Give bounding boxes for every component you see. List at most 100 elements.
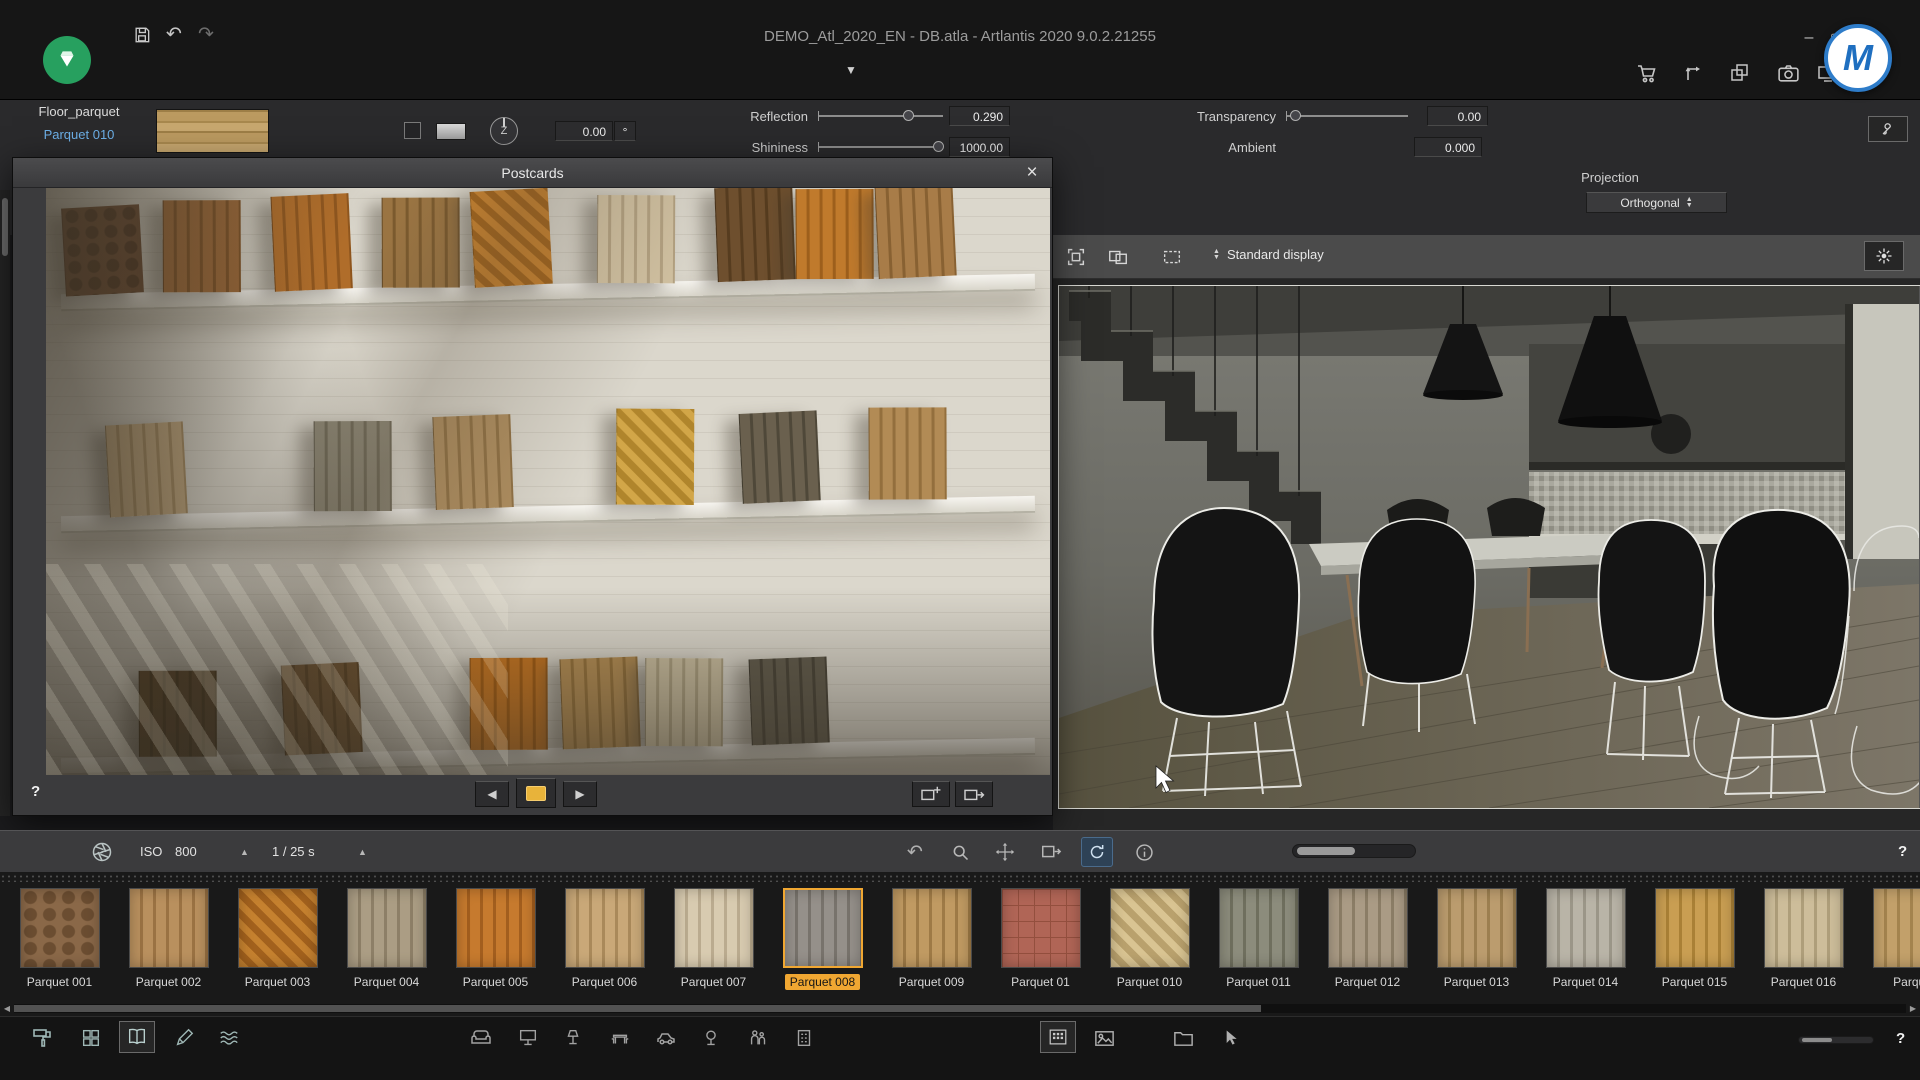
ambient-field[interactable]: 0.000 [1414, 137, 1482, 157]
projection-select[interactable]: Orthogonal ▲ ▼ [1586, 192, 1727, 213]
office-objects-button[interactable] [604, 1023, 636, 1053]
water-category-button[interactable] [213, 1023, 245, 1053]
info-button[interactable] [1128, 837, 1160, 867]
render-window-button[interactable] [1035, 837, 1067, 867]
cart-button[interactable] [1631, 58, 1663, 88]
zoom-button[interactable] [944, 837, 976, 867]
transparency-field[interactable]: 0.00 [1427, 106, 1488, 126]
render-undo-button[interactable]: ↶ [899, 837, 931, 867]
catalog-scrollbar-thumb[interactable] [14, 1005, 1261, 1012]
catalog-item[interactable]: Parquet 011 [1207, 888, 1310, 991]
catalog-item[interactable]: Parquet 013 [1425, 888, 1528, 991]
postcards-close-button[interactable]: × [1020, 161, 1044, 185]
postcards-help-button[interactable]: ? [31, 783, 40, 800]
shader-thumbnail[interactable] [156, 109, 269, 153]
preview-quality-slider[interactable] [1292, 844, 1416, 858]
catalog-thumbnail[interactable] [1654, 888, 1735, 968]
select-tool-button[interactable] [1214, 1023, 1246, 1053]
catalog-category-button[interactable] [119, 1021, 155, 1053]
heliodon-toggle-button[interactable] [1864, 241, 1904, 271]
color-swatch[interactable] [436, 123, 466, 140]
refresh-button[interactable] [1081, 837, 1113, 867]
reflection-slider-thumb[interactable] [903, 110, 914, 121]
duplicate-button[interactable] [1724, 58, 1756, 88]
shaders-category-button[interactable] [27, 1023, 59, 1053]
catalog-thumbnail[interactable] [1436, 888, 1517, 968]
preview-quality-thumb[interactable] [1297, 847, 1355, 855]
catalog-thumbnail[interactable] [1872, 888, 1920, 968]
catalog-thumbnail[interactable] [1109, 888, 1190, 968]
catalog-item[interactable]: Parquet 001 [8, 888, 111, 991]
shutter-spinner[interactable]: ▲ [358, 847, 367, 857]
shutter-value[interactable]: 1 / 25 s [272, 844, 315, 859]
catalog-item[interactable]: Parquet 016 [1752, 888, 1855, 991]
catalog-thumbnail[interactable] [1327, 888, 1408, 968]
catalog-thumbnail[interactable] [455, 888, 536, 968]
thumbnail-size-slider[interactable] [1798, 1036, 1874, 1044]
pan-button[interactable] [989, 837, 1021, 867]
billboard-objects-button[interactable] [512, 1023, 544, 1053]
fit-view-button[interactable] [1061, 243, 1091, 271]
thumbnail-size-thumb[interactable] [1802, 1038, 1832, 1042]
folder-button[interactable] [1167, 1023, 1199, 1053]
catalog-thumbnail[interactable] [346, 888, 427, 968]
catalog-thumbnail[interactable] [564, 888, 645, 968]
people-objects-button[interactable] [742, 1023, 774, 1053]
postcard-add-button[interactable] [912, 781, 950, 807]
media-display-button[interactable] [1088, 1023, 1120, 1053]
catalog-item[interactable]: Parquet 008 [771, 888, 874, 991]
catalog-scroll-right[interactable]: ▶ [1906, 1003, 1920, 1013]
postcard-export-button[interactable] [955, 781, 993, 807]
rotation-dial[interactable]: Z [490, 117, 518, 145]
postcard-view-button[interactable] [516, 778, 556, 808]
building-objects-button[interactable] [788, 1023, 820, 1053]
catalog-item[interactable]: Parquet 009 [880, 888, 983, 991]
mirror-checkbox[interactable] [404, 122, 421, 139]
transparency-slider[interactable] [1286, 110, 1408, 121]
left-scrollbar-track[interactable] [0, 190, 10, 816]
catalog-scroll-left[interactable]: ◀ [0, 1003, 14, 1013]
transparency-slider-thumb[interactable] [1289, 110, 1301, 121]
reflection-slider[interactable] [818, 110, 943, 121]
catalog-display-button[interactable] [1040, 1021, 1076, 1053]
perspectives-dropdown-arrow[interactable]: ▼ [845, 63, 857, 77]
catalog-thumbnail[interactable] [237, 888, 318, 968]
dual-view-button[interactable] [1103, 243, 1133, 271]
catalog-item[interactable]: Parquet 003 [226, 888, 329, 991]
aperture-button[interactable] [86, 837, 118, 867]
catalog-thumbnail[interactable] [782, 888, 863, 968]
catalog-scrollbar-track[interactable] [14, 1004, 1906, 1013]
catalog-item[interactable]: Parquet 012 [1316, 888, 1419, 991]
tiles-category-button[interactable] [75, 1023, 107, 1053]
catalog-item[interactable]: Parquet 006 [553, 888, 656, 991]
catalog-item[interactable]: Parquet 010 [1098, 888, 1201, 991]
crop-view-button[interactable] [1157, 243, 1187, 271]
postcard-next-button[interactable]: ▶ [563, 781, 597, 807]
toolbar-help-button[interactable]: ? [1896, 1030, 1905, 1047]
catalog-thumbnail[interactable] [891, 888, 972, 968]
shininess-slider[interactable] [818, 141, 944, 152]
minimize-button[interactable]: – [1796, 23, 1822, 53]
catalog-thumbnail[interactable] [128, 888, 209, 968]
catalog-item[interactable]: Parquet 005 [444, 888, 547, 991]
render-viewport[interactable] [1058, 285, 1920, 809]
left-scrollbar-thumb[interactable] [2, 198, 8, 256]
lamp-objects-button[interactable] [557, 1023, 589, 1053]
shader-name[interactable]: Parquet 010 [14, 127, 144, 142]
shininess-slider-thumb[interactable] [933, 141, 944, 152]
shader-settings-button[interactable] [1868, 116, 1908, 142]
catalog-item[interactable]: Parque [1861, 888, 1920, 991]
vegetation-objects-button[interactable] [695, 1023, 727, 1053]
catalog-item[interactable]: Parquet 007 [662, 888, 765, 991]
furniture-objects-button[interactable] [465, 1023, 497, 1053]
catalog-item[interactable]: Parquet 01 [989, 888, 1092, 991]
shininess-field[interactable]: 1000.00 [949, 137, 1010, 157]
postcards-titlebar[interactable]: Postcards [13, 158, 1052, 188]
render-help-button[interactable]: ? [1898, 843, 1907, 860]
catalog-thumbnail[interactable] [673, 888, 754, 968]
catalog-resize-handle[interactable] [0, 874, 1920, 882]
edit-category-button[interactable] [168, 1023, 200, 1053]
reflection-field[interactable]: 0.290 [949, 106, 1010, 126]
vehicle-objects-button[interactable] [650, 1023, 682, 1053]
rotation-field[interactable]: 0.00 [555, 121, 613, 141]
